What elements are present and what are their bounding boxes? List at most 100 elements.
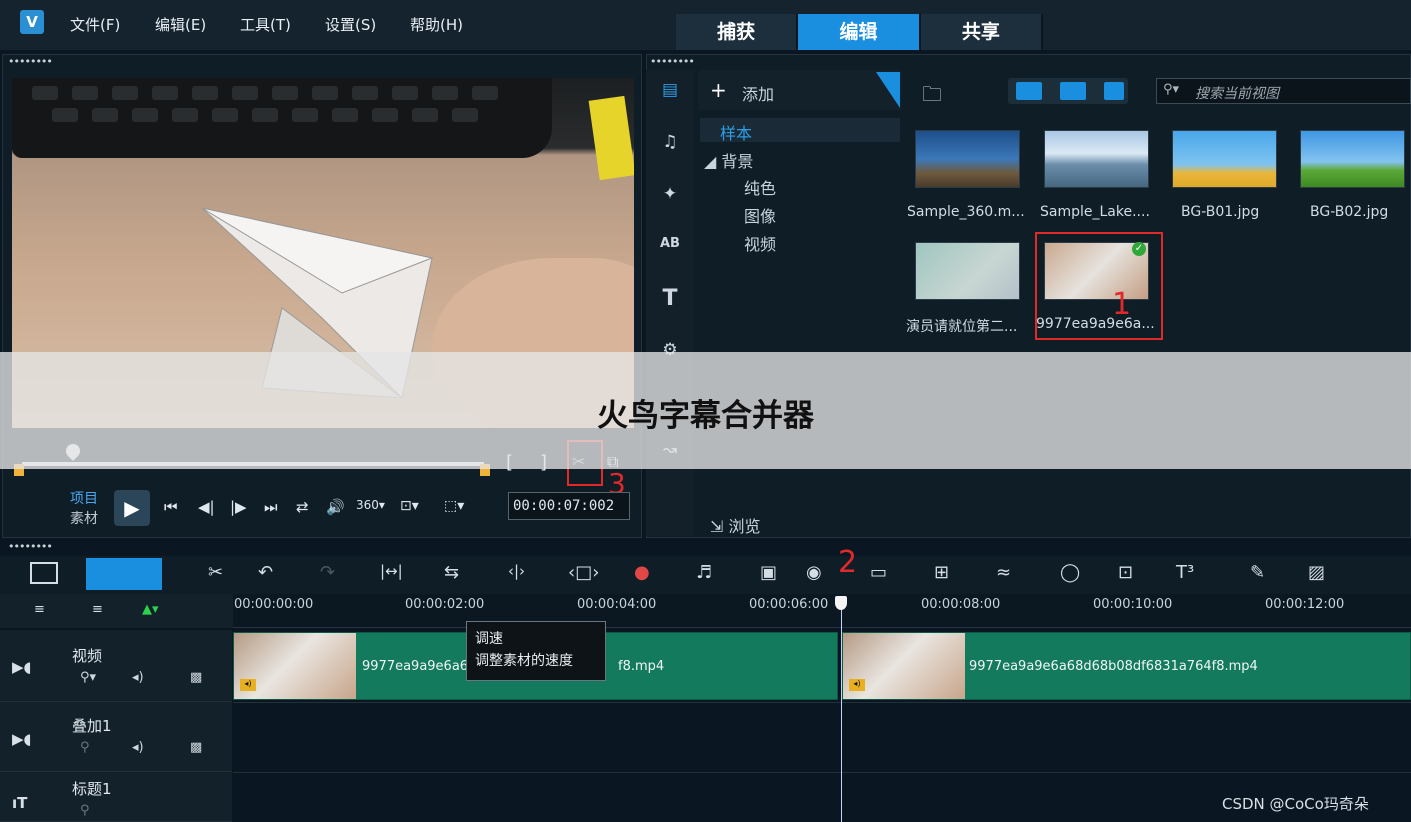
fit-project-icon[interactable]: |↔| <box>380 562 403 580</box>
ripple-track-icon[interactable]: ▩ <box>190 740 202 755</box>
ruler-label: 00:00:04:00 <box>577 597 657 612</box>
play-button[interactable]: ▶ <box>114 490 150 526</box>
title-category-icon[interactable]: T <box>656 286 684 311</box>
undo-icon[interactable]: ↶ <box>258 562 273 583</box>
filter-image-icon[interactable] <box>1060 82 1086 100</box>
next-frame-icon[interactable]: |▶ <box>230 498 247 516</box>
tree-item-image[interactable]: 图像 <box>744 203 776 227</box>
tab-share[interactable]: 共享 <box>920 14 1043 50</box>
browse-button[interactable]: ⇲ 浏览 <box>710 513 761 537</box>
safe-area-icon[interactable]: ⬚▾ <box>444 498 464 514</box>
audio-category-icon[interactable]: ♫ <box>656 132 684 156</box>
panel-grip-icon[interactable]: •••••••• <box>8 56 53 67</box>
audio-mix-icon[interactable]: ♬ <box>696 562 712 583</box>
tools-icon[interactable]: ✂ <box>208 562 223 583</box>
ruler-label: 00:00:06:00 <box>749 597 829 612</box>
storyboard-view-icon[interactable] <box>30 562 58 584</box>
timecode-value: 00:00:07:002 <box>513 498 615 514</box>
new-folder-icon[interactable]: 🗀 <box>922 80 942 114</box>
end-icon[interactable]: ⏭ <box>264 498 278 516</box>
repeat-icon[interactable]: ⇄ <box>296 498 309 516</box>
thumb-bg-b02[interactable] <box>1300 130 1405 188</box>
ruler-label: 00:00:02:00 <box>405 597 485 612</box>
media-category-icon[interactable]: ▤ <box>656 80 684 104</box>
tree-item-sample[interactable]: 样本 <box>720 120 752 144</box>
tab-capture[interactable]: 捕获 <box>676 14 799 50</box>
track-motion-icon[interactable]: ⊡ <box>1118 562 1133 583</box>
stop-motion-icon[interactable]: ▨ <box>1308 562 1325 583</box>
video-clip[interactable]: ◂) 9977ea9a9e6a68d68b08df6831a764f8.mp4 <box>842 632 1411 700</box>
timeline-view-button[interactable] <box>86 558 162 590</box>
mask-icon[interactable]: ◯ <box>1060 562 1080 583</box>
mute-icon[interactable]: ◂) <box>132 740 144 755</box>
redo-icon[interactable]: ↷ <box>320 562 335 583</box>
clip-name: 9977ea9a9e6a68d68b08df6831a764f8.mp4 <box>969 659 1258 674</box>
ruler-label: 00:00:00:00 <box>234 597 314 612</box>
track-divider <box>233 702 1411 703</box>
volume-icon[interactable]: 🔊 <box>326 498 345 516</box>
title-track-header <box>0 772 232 822</box>
tree-item-video[interactable]: 视频 <box>744 231 776 255</box>
menu-edit[interactable]: 编辑(E) <box>155 14 206 35</box>
thumb-actors[interactable] <box>915 242 1020 300</box>
chapter-marker-icon[interactable]: ▲▾ <box>142 602 159 617</box>
ripple-track-icon[interactable]: ▩ <box>190 670 202 685</box>
thumb-bg-b01[interactable] <box>1172 130 1277 188</box>
menu-help[interactable]: 帮助(H) <box>410 14 463 35</box>
insert-icon[interactable]: ⇆ <box>444 562 459 583</box>
timeline-playhead-line <box>841 610 842 822</box>
tree-item-solid[interactable]: 纯色 <box>744 175 776 199</box>
mode-project[interactable]: 项目 <box>70 488 98 508</box>
track-name-video: 视频 <box>72 647 103 665</box>
track-icon[interactable]: ‹□› <box>568 562 599 583</box>
360-view-icon[interactable]: 360▾ <box>356 498 385 512</box>
link-icon[interactable]: ⚲▾ <box>80 670 96 685</box>
filter-audio-icon[interactable] <box>1104 82 1124 100</box>
panel-grip-icon[interactable]: •••••••• <box>8 541 53 552</box>
link-icon[interactable]: ⚲ <box>80 740 90 755</box>
multicam-icon[interactable]: ▣ <box>760 562 777 583</box>
tab-edit[interactable]: 编辑 <box>798 14 921 50</box>
motion-icon[interactable]: ≈ <box>996 562 1011 583</box>
menu-settings[interactable]: 设置(S) <box>325 14 376 35</box>
link-icon[interactable]: ⚲ <box>80 803 90 818</box>
add-icon[interactable]: + <box>710 78 727 102</box>
painting-icon[interactable]: ✎ <box>1250 562 1265 583</box>
video-track-icon: ▶◖ <box>12 658 32 676</box>
prev-frame-icon[interactable]: ◀| <box>198 498 215 516</box>
app-logo-icon: V <box>20 10 44 34</box>
track-name-overlay: 叠加1 <box>72 717 112 735</box>
subtitle-icon[interactable]: ▭ <box>870 562 887 583</box>
thumb-label-3: BG-B01.jpg <box>1181 204 1260 220</box>
mute-icon[interactable]: ◂) <box>132 670 144 685</box>
color-icon[interactable]: ● <box>634 562 650 583</box>
transition-category-icon[interactable]: AB <box>656 236 684 260</box>
filter-video-icon[interactable] <box>1016 82 1042 100</box>
tree-item-background[interactable]: ◢ 背景 <box>704 148 753 172</box>
aspect-icon[interactable]: ⊡▾ <box>400 498 419 514</box>
timeline-playhead-handle[interactable] <box>835 596 847 610</box>
thumb-sample-lake[interactable] <box>1044 130 1149 188</box>
panel-grip-icon[interactable]: •••••••• <box>650 56 695 67</box>
highlighter-image <box>588 95 634 181</box>
add-button[interactable]: 添加 <box>742 81 774 105</box>
track-manager-icon[interactable]: ≡ <box>34 602 45 617</box>
add-track-icon[interactable]: ≡ <box>92 602 103 617</box>
video-track-header <box>0 630 232 702</box>
instant-project-icon[interactable]: ✦ <box>656 184 684 208</box>
annotation-box-1 <box>1035 232 1163 340</box>
split-screen-icon[interactable]: ⊞ <box>934 562 949 583</box>
tooltip-desc: 调整素材的速度 <box>475 653 573 669</box>
menu-file[interactable]: 文件(F) <box>70 14 120 35</box>
timecode-field[interactable]: 00:00:07:002 <box>508 492 630 520</box>
mode-clip[interactable]: 素材 <box>70 508 98 528</box>
search-field[interactable]: ⚲▾ 搜索当前视图 <box>1156 78 1411 104</box>
menu-tools[interactable]: 工具(T) <box>240 14 291 35</box>
thumb-sample-360[interactable] <box>915 130 1020 188</box>
clip-audio-icon: ◂) <box>240 679 256 691</box>
home-icon[interactable]: ⏮ <box>164 498 178 516</box>
title-3d-icon[interactable]: T³ <box>1176 562 1194 583</box>
pin-icon[interactable] <box>876 72 900 108</box>
ripple-icon[interactable]: ‹|› <box>508 562 525 580</box>
workspace-tabs: 捕获 编辑 共享 <box>676 14 1043 50</box>
